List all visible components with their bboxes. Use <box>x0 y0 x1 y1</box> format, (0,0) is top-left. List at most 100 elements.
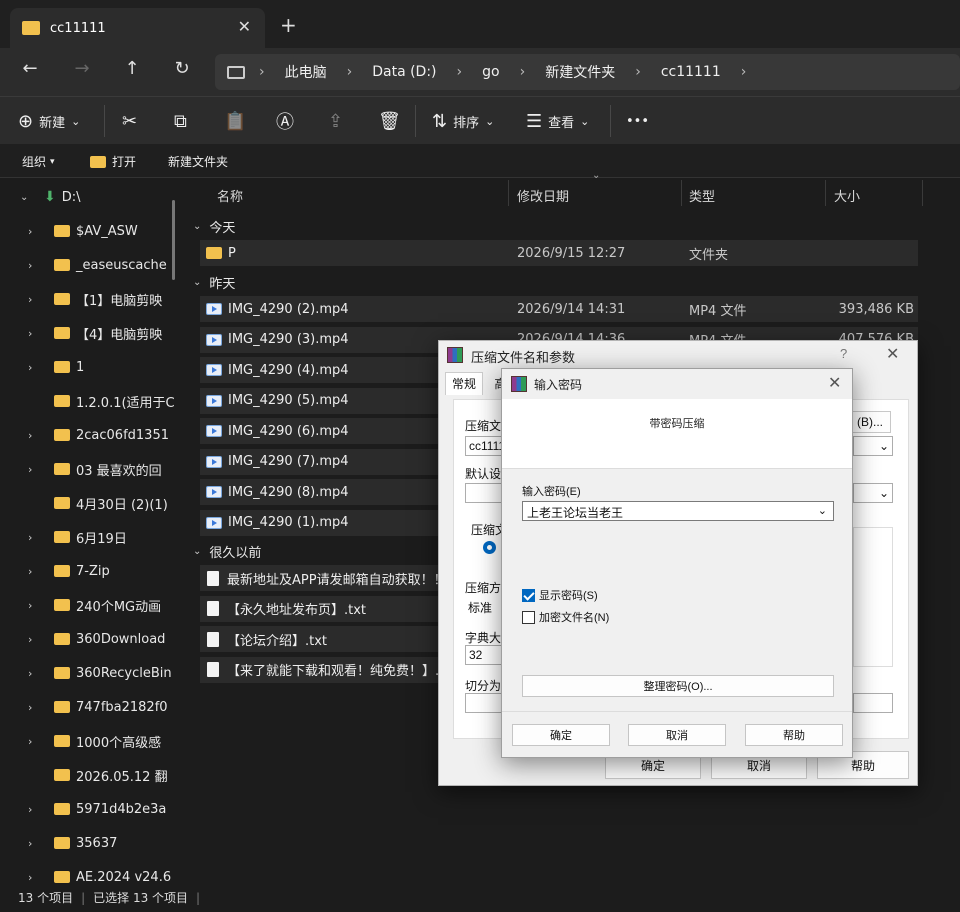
ok-button[interactable]: 确定 <box>512 724 610 746</box>
sidebar-item-folder[interactable]: › 6月19日 <box>0 520 182 554</box>
help-button[interactable]: 帮助 <box>745 724 843 746</box>
file-row[interactable]: 最新地址及APP请发邮箱自动获取！！ <box>200 565 440 591</box>
sidebar-item-folder[interactable]: › 360Download <box>0 622 182 656</box>
compression-method-field[interactable]: 标准 <box>465 597 505 617</box>
chevron-down-icon[interactable]: ⌄ <box>20 192 36 203</box>
column-header-name[interactable]: 名称 <box>217 186 243 216</box>
column-divider[interactable] <box>825 180 826 206</box>
chevron-right-icon[interactable]: › <box>28 225 44 238</box>
split-volume-dropdown[interactable] <box>853 693 893 713</box>
close-icon[interactable]: ✕ <box>828 373 841 393</box>
checkbox-unchecked[interactable] <box>522 610 535 624</box>
breadcrumb-new-folder[interactable]: 新建文件夹 <box>545 62 615 82</box>
organize-menu[interactable]: 组织 ▾ <box>22 153 55 170</box>
dictionary-size-field[interactable]: 32 <box>465 645 505 665</box>
forward-arrow-icon[interactable]: → <box>67 58 97 84</box>
group-header-yesterday[interactable]: ⌄ 昨天 <box>193 273 235 292</box>
sidebar-item-folder[interactable]: › 03 最喜欢的回 <box>0 452 182 486</box>
chevron-right-icon[interactable]: › <box>28 667 44 680</box>
sidebar-item-folder[interactable]: › 747fba2182f0 <box>0 690 182 724</box>
address-bar[interactable]: › 此电脑 › Data (D:) › go › 新建文件夹 › cc11111… <box>215 54 960 90</box>
chevron-right-icon[interactable]: › <box>28 735 44 748</box>
tab-cc11111[interactable]: cc11111 ✕ <box>10 8 265 48</box>
share-button[interactable]: ⇪ <box>328 109 349 133</box>
delete-button[interactable]: 🗑 <box>378 109 407 133</box>
group-header-today[interactable]: ⌄ 今天 <box>193 217 235 236</box>
sidebar-item-folder[interactable]: 1.2.0.1(适用于C <box>0 384 182 418</box>
new-button[interactable]: ⊕ 新建 ⌄ <box>18 109 80 133</box>
archive-name-field[interactable]: cc1111 <box>465 436 505 456</box>
cut-button[interactable]: ✂ <box>122 109 143 133</box>
password-input[interactable]: 上老王论坛当老王 ⌄ <box>522 501 834 521</box>
copy-button[interactable]: ⧉ <box>174 109 193 133</box>
format-radio[interactable] <box>483 541 496 554</box>
chevron-right-icon[interactable]: › <box>28 871 44 884</box>
chevron-right-icon[interactable]: › <box>28 701 44 714</box>
breadcrumb-separator[interactable]: › <box>457 64 463 80</box>
chevron-right-icon[interactable]: › <box>28 803 44 816</box>
chevron-right-icon[interactable]: › <box>28 837 44 850</box>
breadcrumb-separator[interactable]: › <box>520 64 526 80</box>
file-row[interactable]: 【永久地址发布页】.txt <box>200 595 440 622</box>
chevron-right-icon[interactable]: › <box>28 599 44 612</box>
profile-dropdown[interactable]: ⌄ <box>853 483 893 503</box>
sidebar-item-folder[interactable]: › 5971d4b2e3a <box>0 792 182 826</box>
sidebar-item-folder[interactable]: › 1000个高级感 <box>0 724 182 758</box>
chevron-right-icon[interactable]: › <box>28 565 44 578</box>
breadcrumb-separator[interactable]: › <box>347 64 353 80</box>
tab-general[interactable]: 常规 <box>445 372 484 395</box>
organize-passwords-button[interactable]: 整理密码(O)... <box>522 675 834 697</box>
chevron-right-icon[interactable]: › <box>28 327 44 340</box>
breadcrumb-go[interactable]: go <box>482 64 499 80</box>
column-divider[interactable] <box>922 180 923 206</box>
sidebar-item-folder[interactable]: › 240个MG动画 <box>0 588 182 622</box>
archive-name-dropdown[interactable]: ⌄ <box>853 436 893 456</box>
file-row[interactable]: IMG_4290 (2).mp4 2026/9/14 14:31 MP4 文件 393… <box>200 296 918 322</box>
sort-button[interactable]: ⇅ 排序 ⌄ <box>432 109 494 133</box>
chevron-right-icon[interactable]: › <box>28 633 44 646</box>
close-icon[interactable]: ✕ <box>886 344 899 364</box>
file-row[interactable]: P 2026/9/15 12:27 文件夹 <box>200 240 918 266</box>
chevron-right-icon[interactable]: › <box>28 429 44 442</box>
encrypt-filenames-checkbox[interactable]: 加密文件名(N) <box>522 609 609 625</box>
sidebar-item-folder[interactable]: › 360RecycleBin <box>0 656 182 690</box>
up-arrow-icon[interactable]: ↑ <box>117 58 147 84</box>
sidebar-item-folder[interactable]: › AE.2024 v24.6 <box>0 860 182 883</box>
breadcrumb-separator[interactable]: › <box>635 64 641 80</box>
sidebar-item-folder[interactable]: › 35637 <box>0 826 182 860</box>
chevron-right-icon[interactable]: › <box>28 259 44 272</box>
breadcrumb-this-pc[interactable]: 此电脑 <box>285 62 327 82</box>
group-header-older[interactable]: ⌄ 很久以前 <box>193 542 261 561</box>
sidebar-item-folder[interactable]: 2026.05.12 翻 <box>0 758 182 792</box>
sidebar-item-folder[interactable]: › 【4】电脑剪映 <box>0 316 182 350</box>
breadcrumb-separator[interactable]: › <box>259 64 265 80</box>
column-divider[interactable] <box>508 180 509 206</box>
sidebar-item-folder[interactable]: › 【1】电脑剪映 <box>0 282 182 316</box>
view-button[interactable]: ☰ 查看 ⌄ <box>526 109 589 133</box>
back-arrow-icon[interactable]: ← <box>15 58 45 84</box>
sidebar-item-folder[interactable]: › 7-Zip <box>0 554 182 588</box>
breadcrumb-expand-chevron-icon[interactable]: › <box>741 64 747 80</box>
browse-button[interactable]: (B)... <box>849 411 891 433</box>
rename-button[interactable]: Ⓐ <box>276 109 300 133</box>
close-tab-icon[interactable]: ✕ <box>238 17 251 36</box>
file-row[interactable]: 【论坛介绍】.txt <box>200 626 440 652</box>
sidebar-item-folder[interactable]: › $AV_ASW <box>0 214 182 248</box>
new-tab-button[interactable]: + <box>280 13 297 37</box>
split-volume-field[interactable] <box>465 693 505 713</box>
chevron-right-icon[interactable]: › <box>28 463 44 476</box>
show-password-checkbox[interactable]: 显示密码(S) <box>522 587 598 603</box>
column-header-type[interactable]: 类型 <box>689 186 715 216</box>
default-profile-field[interactable] <box>465 483 505 503</box>
breadcrumb-data-drive[interactable]: Data (D:) <box>372 64 436 80</box>
paste-button[interactable]: 📋 <box>224 109 252 133</box>
more-options-button[interactable]: ••• <box>626 109 649 133</box>
help-icon[interactable]: ? <box>840 346 847 361</box>
chevron-right-icon[interactable]: › <box>28 361 44 374</box>
chevron-down-icon[interactable]: ⌄ <box>818 504 827 517</box>
column-header-size[interactable]: 大小 <box>834 186 860 216</box>
sidebar-item-d-drive[interactable]: ⌄ ⬇ D:\ <box>0 180 182 214</box>
cancel-button[interactable]: 取消 <box>628 724 726 746</box>
file-row[interactable]: 【来了就能下载和观看！纯免费！】.t <box>200 656 440 683</box>
chevron-right-icon[interactable]: › <box>28 293 44 306</box>
